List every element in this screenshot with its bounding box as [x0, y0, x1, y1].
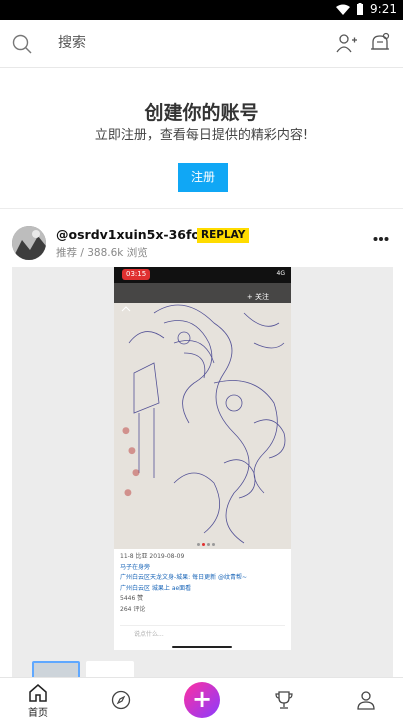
- embedded-location: 广州白云区天龙文身-城果: 每日更新 @纹青帮~: [120, 574, 248, 581]
- more-options-icon[interactable]: [373, 236, 389, 242]
- replay-badge: REPLAY: [197, 228, 250, 243]
- embedded-comment-box: 说点什么...: [120, 625, 285, 643]
- bottom-nav: 首页 +: [0, 677, 403, 722]
- embedded-signal: 4G: [276, 270, 285, 277]
- media-screenshot: 03:15 4G ● ● ● ● + 关注 11-8 比亚 2019-08-09…: [114, 267, 291, 650]
- nav-leaderboard[interactable]: [264, 690, 304, 710]
- status-icons: 9:21: [336, 2, 397, 16]
- embedded-time-badge: 03:15: [122, 269, 151, 280]
- avatar[interactable]: [12, 226, 46, 260]
- embedded-follow: + 关注: [246, 293, 269, 301]
- tattoo-sketch-image: ● ● ● ●: [114, 283, 291, 549]
- signup-title: 创建你的账号: [144, 102, 259, 124]
- profile-icon: [357, 691, 375, 710]
- create-post-button[interactable]: +: [184, 682, 220, 718]
- svg-text:●: ●: [128, 446, 136, 456]
- embedded-home-indicator: [172, 646, 232, 648]
- search-icon[interactable]: [12, 34, 32, 54]
- nav-home-label: 首页: [28, 708, 48, 719]
- nav-home[interactable]: 首页: [18, 684, 58, 719]
- nav-discover[interactable]: [101, 690, 141, 710]
- status-time: 9:21: [370, 2, 397, 16]
- search-input[interactable]: 搜索: [58, 32, 86, 52]
- embedded-author: 马子在身旁: [120, 563, 151, 571]
- wifi-icon: [336, 4, 351, 15]
- embedded-location-2: 广州白云区 城果上 ae面看: [120, 584, 192, 592]
- svg-text:●: ●: [124, 488, 132, 498]
- embedded-likes: 5446 赞: [120, 595, 144, 602]
- battery-icon: [357, 3, 364, 15]
- post-meta: 推荐 / 388.6k 浏览: [56, 247, 148, 259]
- notification-bell-icon[interactable]: [369, 32, 391, 54]
- add-user-icon[interactable]: [335, 32, 357, 54]
- post-media[interactable]: 03:15 4G ● ● ● ● + 关注 11-8 比亚 2019-08-09…: [12, 267, 393, 681]
- compass-icon: [111, 690, 131, 710]
- signup-prompt: 创建你的账号 立即注册，查看每日提供的精彩内容! 注册: [0, 68, 403, 208]
- embedded-date: 11-8 比亚 2019-08-09: [120, 553, 185, 560]
- search-bar: 搜索: [0, 20, 403, 68]
- trophy-icon: [275, 691, 293, 709]
- svg-text:●: ●: [122, 426, 130, 436]
- divider: [0, 208, 403, 209]
- post-header: @osrdv1xuin5x-36fot6g REPLAY 推荐 / 388.6k…: [0, 224, 403, 264]
- nav-profile[interactable]: [346, 690, 386, 710]
- embedded-status-bar: 03:15 4G: [114, 267, 291, 283]
- embedded-page-dots: [197, 543, 215, 546]
- embedded-post-info: 11-8 比亚 2019-08-09 马子在身旁 广州白云区天龙文身-城果: 每…: [120, 552, 285, 615]
- home-icon: [29, 684, 47, 702]
- avatar-image: [12, 226, 46, 260]
- embedded-comments: 264 评论: [120, 605, 146, 613]
- signup-button[interactable]: 注册: [178, 163, 228, 192]
- signup-subtitle: 立即注册，查看每日提供的精彩内容!: [94, 128, 309, 143]
- status-bar: 9:21: [0, 0, 403, 20]
- svg-text:●: ●: [132, 468, 140, 478]
